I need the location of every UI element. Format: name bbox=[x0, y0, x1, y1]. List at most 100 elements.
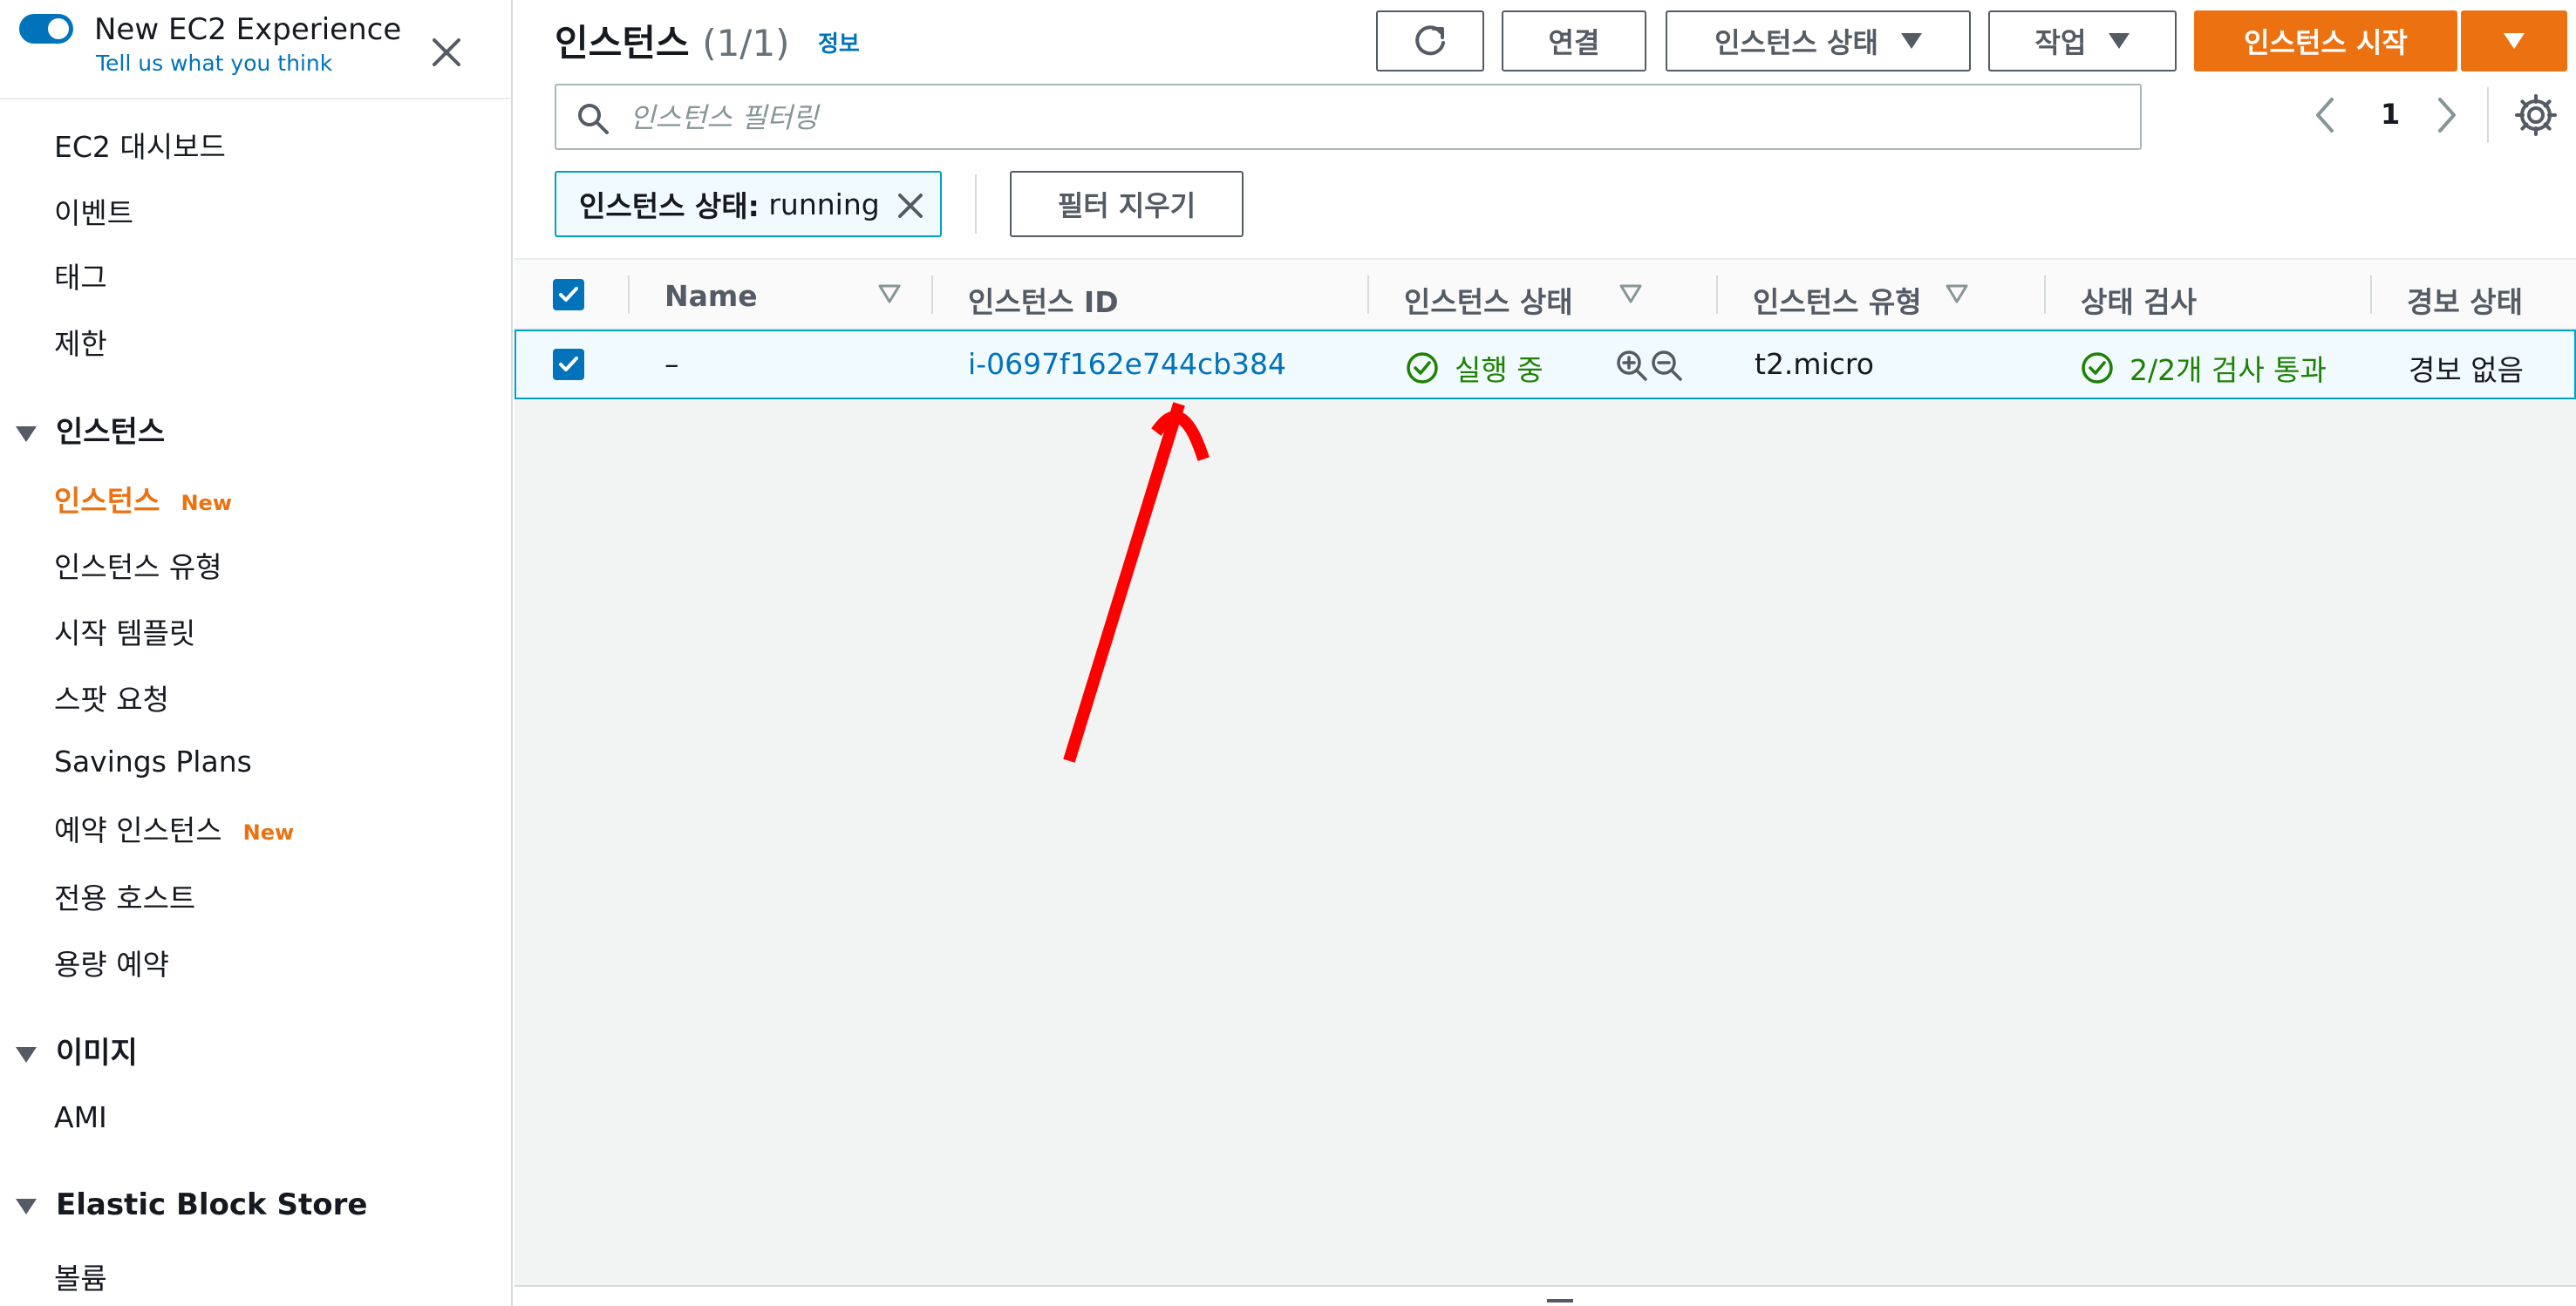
status-check-text: 2/2개 검사 통과 bbox=[2130, 353, 2327, 387]
close-icon[interactable] bbox=[426, 31, 467, 73]
check-icon bbox=[559, 357, 578, 371]
new-experience-toggle[interactable] bbox=[19, 14, 73, 44]
sidebar-item-label: 인스턴스 유형 bbox=[54, 550, 222, 584]
sidebar-item-ami[interactable]: AMI bbox=[54, 1100, 107, 1134]
search-icon bbox=[578, 104, 609, 134]
column-separator bbox=[931, 275, 933, 314]
zoom-in-icon[interactable] bbox=[1615, 349, 1648, 382]
gear-icon[interactable] bbox=[2513, 92, 2559, 138]
clear-filters-button[interactable]: 필터 지우기 bbox=[1010, 171, 1244, 237]
column-separator bbox=[628, 275, 630, 314]
sidebar-item-label: 제한 bbox=[54, 327, 107, 361]
sidebar-section-instances[interactable]: 인스턴스 bbox=[16, 408, 165, 451]
sidebar-item-capacity-reservations[interactable]: 용량 예약 bbox=[54, 942, 169, 983]
column-header-name[interactable]: Name bbox=[664, 279, 758, 313]
toggle-knob bbox=[48, 18, 69, 39]
column-header-status-check[interactable]: 상태 검사 bbox=[2081, 279, 2197, 321]
check-circle-icon bbox=[2082, 352, 2113, 384]
refresh-icon bbox=[1415, 25, 1445, 56]
cell-instance-type: t2.micro bbox=[1755, 347, 1874, 381]
info-link[interactable]: 정보 bbox=[818, 26, 860, 58]
button-label: 작업 bbox=[2034, 26, 2087, 59]
column-separator bbox=[1716, 275, 1718, 314]
filter-token-value: running bbox=[768, 187, 880, 221]
caret-down-icon bbox=[16, 1198, 37, 1214]
caret-down-icon bbox=[16, 425, 37, 442]
sidebar-item-label: EC2 대시보드 bbox=[54, 130, 226, 164]
table-header: Name 인스턴스 ID 인스턴스 상태 인스턴스 유형 상태 검사 경보 상태 bbox=[515, 258, 2576, 330]
column-header-instance-id[interactable]: 인스턴스 ID bbox=[968, 279, 1119, 321]
sidebar-section-title: 이미지 bbox=[56, 1036, 138, 1071]
sidebar-item-savings-plans[interactable]: Savings Plans bbox=[54, 745, 252, 779]
sidebar-item-volumes[interactable]: 볼륨 bbox=[54, 1255, 107, 1297]
filter-token-key: 인스턴스 상태: bbox=[579, 189, 760, 223]
new-badge: New bbox=[242, 820, 295, 845]
column-header-instance-type[interactable]: 인스턴스 유형 bbox=[1753, 279, 1922, 321]
sidebar-section-title: 인스턴스 bbox=[56, 415, 166, 450]
refresh-button[interactable] bbox=[1376, 10, 1484, 71]
sidebar-item-label: 예약 인스턴스 bbox=[54, 813, 222, 847]
launch-instances-dropdown[interactable] bbox=[2461, 10, 2567, 71]
sort-icon[interactable] bbox=[1619, 282, 1643, 305]
column-separator bbox=[1367, 275, 1369, 314]
sidebar-item-reserved-instances[interactable]: 예약 인스턴스 New bbox=[54, 807, 294, 849]
connect-button[interactable]: 연결 bbox=[1502, 10, 1646, 71]
caret-down-icon bbox=[16, 1046, 37, 1063]
state-text: 실행 중 bbox=[1455, 353, 1544, 387]
check-icon bbox=[559, 287, 578, 302]
selection-count: (1/1) bbox=[702, 22, 790, 65]
column-header-alarm-status[interactable]: 경보 상태 bbox=[2407, 279, 2523, 321]
filter-search-box[interactable] bbox=[555, 84, 2142, 150]
sidebar-item-label: 볼륨 bbox=[54, 1262, 107, 1296]
sidebar-item-label: AMI bbox=[54, 1100, 107, 1134]
remove-filter-icon[interactable] bbox=[893, 188, 928, 223]
zoom-out-icon[interactable] bbox=[1650, 349, 1683, 382]
caret-down-icon bbox=[1900, 33, 1922, 49]
chevron-left-icon[interactable] bbox=[2307, 91, 2342, 139]
table-row[interactable]: – i-0697f162e744cb384 실행 중 t2.micro 2/2개… bbox=[515, 330, 2576, 399]
sidebar-item-instance-types[interactable]: 인스턴스 유형 bbox=[54, 544, 222, 586]
search-input[interactable] bbox=[630, 92, 2112, 143]
instance-state-dropdown[interactable]: 인스턴스 상태 bbox=[1666, 10, 1971, 71]
caret-down-icon bbox=[2504, 33, 2525, 49]
sidebar-item-label: 전용 호스트 bbox=[54, 881, 196, 915]
filter-token-instance-state[interactable]: 인스턴스 상태: running bbox=[555, 171, 942, 237]
sort-icon[interactable] bbox=[1945, 282, 1969, 305]
actions-dropdown[interactable]: 작업 bbox=[1988, 10, 2177, 71]
sidebar-item-events[interactable]: 이벤트 bbox=[54, 190, 133, 232]
sidebar-item-instances[interactable]: 인스턴스 New bbox=[54, 478, 232, 520]
sidebar-item-label: 태그 bbox=[54, 261, 107, 295]
sidebar-item-dedicated-hosts[interactable]: 전용 호스트 bbox=[54, 875, 195, 917]
column-separator bbox=[2370, 275, 2372, 314]
sidebar-item-ec2-dashboard[interactable]: EC2 대시보드 bbox=[54, 124, 226, 166]
button-label: 인스턴스 시작 bbox=[2244, 26, 2408, 59]
chevron-right-icon[interactable] bbox=[2429, 91, 2464, 139]
drag-handle-icon bbox=[1547, 1299, 1573, 1303]
button-label: 연결 bbox=[1548, 26, 1600, 59]
sidebar-section-ebs[interactable]: Elastic Block Store bbox=[16, 1187, 367, 1222]
page-number[interactable]: 1 bbox=[2381, 98, 2400, 131]
sidebar-item-limits[interactable]: 제한 bbox=[54, 321, 107, 363]
cell-instance-state: 실행 중 bbox=[1406, 347, 1544, 389]
filter-divider bbox=[975, 174, 977, 234]
sidebar: New EC2 Experience Tell us what you thin… bbox=[0, 0, 513, 1306]
split-panel-handle[interactable] bbox=[515, 1285, 2576, 1306]
column-header-instance-state[interactable]: 인스턴스 상태 bbox=[1404, 279, 1573, 321]
toolbar-divider bbox=[2487, 87, 2489, 143]
caret-down-icon bbox=[2109, 33, 2130, 49]
row-checkbox[interactable] bbox=[553, 349, 584, 380]
sidebar-item-tags[interactable]: 태그 bbox=[54, 255, 107, 296]
sort-icon[interactable] bbox=[877, 282, 902, 305]
sidebar-item-launch-templates[interactable]: 시작 템플릿 bbox=[54, 610, 195, 652]
sidebar-section-images[interactable]: 이미지 bbox=[16, 1029, 138, 1071]
select-all-checkbox[interactable] bbox=[553, 279, 584, 310]
page-title: 인스턴스 (1/1) bbox=[555, 14, 790, 67]
sidebar-item-label: Savings Plans bbox=[54, 745, 252, 779]
launch-instances-button[interactable]: 인스턴스 시작 bbox=[2194, 10, 2457, 71]
button-label: 인스턴스 상태 bbox=[1714, 26, 1878, 59]
sidebar-item-label: 스팟 요청 bbox=[54, 683, 169, 717]
new-experience-panel: New EC2 Experience Tell us what you thin… bbox=[0, 0, 511, 99]
feedback-link[interactable]: Tell us what you think bbox=[96, 51, 332, 76]
cell-instance-id-link[interactable]: i-0697f162e744cb384 bbox=[968, 347, 1286, 381]
sidebar-item-spot-requests[interactable]: 스팟 요청 bbox=[54, 677, 169, 718]
